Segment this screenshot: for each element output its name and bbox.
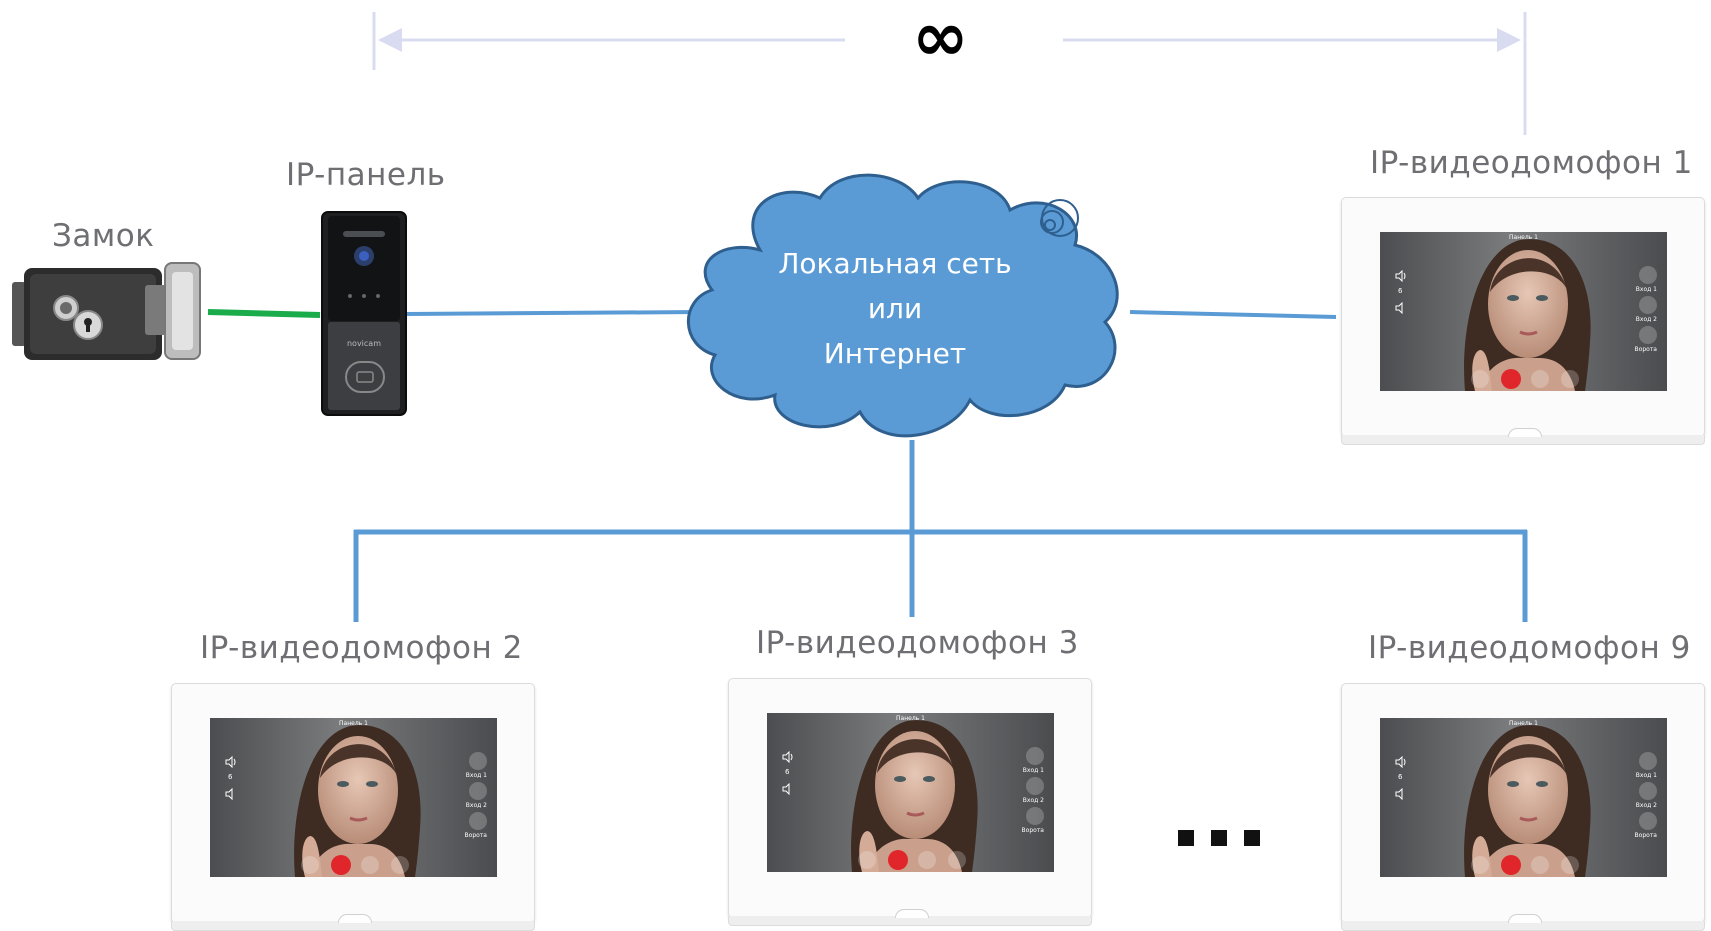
volume-down-icon[interactable]	[1395, 785, 1407, 801]
entry1-label: Вход 1	[1635, 772, 1657, 779]
volume-up-icon[interactable]	[1395, 753, 1407, 769]
ellipsis-dot	[1211, 830, 1227, 846]
monitor-1: Панель 1 6 Вход 1 Вход 2 Ворота	[1341, 197, 1705, 445]
monitor-3: Панель 1 6 Вход 1 Вход 2 Ворота	[728, 678, 1092, 926]
volume-up-icon[interactable]	[225, 753, 237, 769]
cloud-label: Локальная сеть или Интернет	[760, 241, 1030, 376]
unlock-entry2-key-icon[interactable]	[1639, 296, 1657, 314]
entry2-label: Вход 2	[1635, 802, 1657, 809]
microphone-icon[interactable]	[1531, 856, 1549, 874]
lock-label: Замок	[52, 218, 155, 254]
monitor-screen: Панель 1 6 Вход 1 Вход 2 Ворота	[1380, 232, 1667, 391]
unlock-entry1-key-icon[interactable]	[1639, 752, 1657, 770]
entry2-label: Вход 2	[1635, 316, 1657, 323]
volume-level: 6	[785, 768, 790, 776]
unlock-gate-key-icon[interactable]	[1026, 807, 1044, 825]
end-call-button[interactable]	[1501, 369, 1521, 389]
unlock-entry2-key-icon[interactable]	[1026, 777, 1044, 795]
infinity-symbol: ∞	[912, 0, 969, 77]
end-call-button[interactable]	[331, 855, 351, 875]
microphone-icon[interactable]	[918, 851, 936, 869]
network-diagram: ∞ Замок IP-панель IP-видеодомофон 1 IP-в…	[0, 0, 1711, 931]
volume-down-icon[interactable]	[225, 785, 237, 801]
microphone-icon[interactable]	[1531, 370, 1549, 388]
cloud-label-line3: Интернет	[823, 337, 967, 370]
monitor1-label: IP-видеодомофон 1	[1370, 145, 1693, 181]
ip-panel-label: IP-панель	[286, 157, 446, 193]
unlock-entry2-key-icon[interactable]	[1639, 782, 1657, 800]
unlock-gate-key-icon[interactable]	[1639, 326, 1657, 344]
volume-down-icon[interactable]	[782, 780, 794, 796]
unlock-entry1-key-icon[interactable]	[1026, 747, 1044, 765]
cloud-label-line1: Локальная сеть	[778, 247, 1012, 280]
unlock-gate-key-icon[interactable]	[469, 812, 487, 830]
entry2-label: Вход 2	[1022, 797, 1044, 804]
ip-panel-icon	[321, 211, 407, 416]
screen-title: Панель 1	[1509, 234, 1538, 241]
entry1-label: Вход 1	[465, 772, 487, 779]
video-feed-image	[1464, 239, 1591, 391]
unlock-entry1-key-icon[interactable]	[1639, 266, 1657, 284]
gate-label: Ворота	[1634, 832, 1657, 839]
monitor-screen: Панель 1 6 Вход 1 Вход 2 Ворота	[1380, 718, 1667, 877]
ellipsis-dot	[1178, 830, 1194, 846]
unlock-gate-key-icon[interactable]	[1639, 812, 1657, 830]
lock-icon	[12, 262, 201, 360]
entry1-label: Вход 1	[1635, 286, 1657, 293]
monitor1-connection-line	[1129, 310, 1337, 319]
unlock-entry2-key-icon[interactable]	[469, 782, 487, 800]
gate-label: Ворота	[464, 832, 487, 839]
end-call-button[interactable]	[888, 850, 908, 870]
monitor-screen: Панель 1 6 Вход 1 Вход 2 Ворота	[210, 718, 497, 877]
panel-brand-text: novicam	[346, 339, 381, 348]
volume-down-icon[interactable]	[1395, 299, 1407, 315]
monitor-notch	[895, 909, 929, 918]
ellipsis-dot	[1244, 830, 1260, 846]
snapshot-icon[interactable]	[301, 856, 319, 874]
video-feed-image	[1464, 725, 1591, 877]
gate-label: Ворота	[1634, 346, 1657, 353]
screen-title: Панель 1	[896, 715, 925, 722]
monitor2-label: IP-видеодомофон 2	[200, 630, 523, 666]
video-feed-image	[851, 720, 978, 872]
monitor-9: Панель 1 6 Вход 1 Вход 2 Ворота	[1341, 683, 1705, 931]
snapshot-icon[interactable]	[858, 851, 876, 869]
monitor9-label: IP-видеодомофон 9	[1368, 630, 1691, 666]
screen-title: Панель 1	[339, 720, 368, 727]
entry1-label: Вход 1	[1022, 767, 1044, 774]
entry2-label: Вход 2	[465, 802, 487, 809]
microphone-icon[interactable]	[361, 856, 379, 874]
end-call-button[interactable]	[1501, 855, 1521, 875]
record-video-icon[interactable]	[1561, 856, 1579, 874]
monitor3-label: IP-видеодомофон 3	[756, 625, 1079, 661]
record-video-icon[interactable]	[391, 856, 409, 874]
unlock-entry1-key-icon[interactable]	[469, 752, 487, 770]
panel-connection-line	[405, 310, 701, 316]
volume-level: 6	[228, 773, 233, 781]
screen-title: Панель 1	[1509, 720, 1538, 727]
cloud-label-line2: или	[867, 292, 923, 325]
snapshot-icon[interactable]	[1471, 370, 1489, 388]
gate-label: Ворота	[1021, 827, 1044, 834]
volume-up-icon[interactable]	[1395, 267, 1407, 283]
monitor-2: Панель 1 6 Вход 1 Вход 2 Ворота	[171, 683, 535, 931]
record-video-icon[interactable]	[1561, 370, 1579, 388]
ellipsis-icon	[1178, 830, 1260, 846]
volume-up-icon[interactable]	[782, 748, 794, 764]
monitor-screen: Панель 1 6 Вход 1 Вход 2 Ворота	[767, 713, 1054, 872]
volume-level: 6	[1398, 287, 1403, 295]
record-video-icon[interactable]	[948, 851, 966, 869]
video-feed-image	[294, 725, 421, 877]
lock-connection-line	[207, 309, 321, 318]
volume-level: 6	[1398, 773, 1403, 781]
monitor-notch	[1508, 428, 1542, 437]
snapshot-icon[interactable]	[1471, 856, 1489, 874]
